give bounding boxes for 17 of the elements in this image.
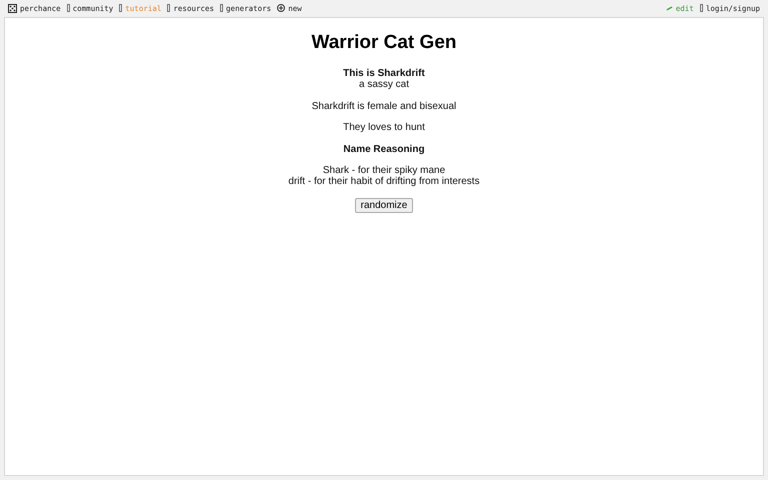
body-text: They loves to hunt	[343, 122, 425, 133]
heading-text: This is Sharkdrift	[343, 68, 425, 79]
bar-icon	[167, 4, 170, 12]
page-title: Warrior Cat Gen	[312, 32, 456, 54]
body-text: a sassy cat	[358, 79, 410, 90]
randomize-button[interactable]: randomize	[354, 198, 414, 213]
bar-icon	[119, 4, 122, 12]
body-text: Sharkdrift is female and bisexual	[312, 100, 456, 112]
bar-icon	[700, 4, 703, 12]
body-text: drift - for their habit of drifting from interests	[288, 176, 480, 187]
pencil-icon	[666, 6, 673, 10]
dice-icon	[8, 4, 17, 12]
body-text: Shark - for their spiky mane	[322, 165, 446, 176]
bar-icon	[66, 4, 70, 12]
bar-icon	[220, 4, 224, 12]
plus-circle-icon	[277, 4, 286, 12]
heading-text: Name Reasoning	[343, 144, 425, 154]
